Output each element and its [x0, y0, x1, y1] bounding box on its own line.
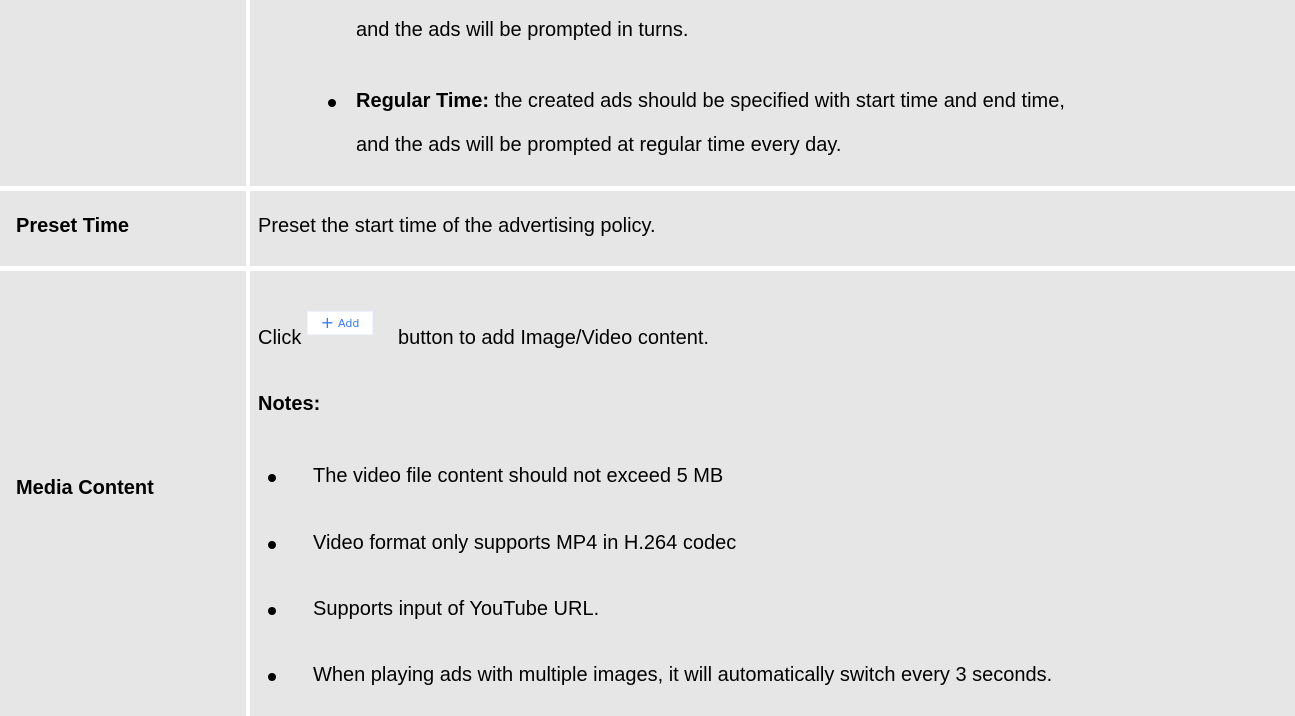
notes-heading: Notes:: [258, 393, 321, 415]
bullet-icon: [268, 474, 276, 482]
row-description-cell-media-content: Click + Add button to add Image/Video co…: [250, 271, 1295, 716]
note-item: Video format only supports MP4 in H.264 …: [313, 532, 737, 554]
click-suffix-text: button to add Image/Video content.: [398, 327, 709, 349]
continuation-text: and the ads will be prompted in turns.: [356, 19, 689, 41]
add-button-label: Add: [338, 316, 360, 330]
click-prefix-text: Click: [258, 327, 302, 349]
bullet-icon: [328, 99, 336, 107]
row-description-cell-preset-time: Preset the start time of the advertising…: [250, 191, 1295, 266]
media-content-label: Media Content: [16, 477, 154, 499]
add-button[interactable]: + Add: [307, 311, 373, 335]
preset-time-label: Preset Time: [16, 215, 130, 237]
bullet-icon: [268, 607, 276, 615]
parameter-table: and the ads will be prompted in turns. R…: [0, 0, 1295, 716]
regular-time-line-2: and the ads will be prompted at regular …: [356, 134, 842, 156]
row-label-cell-preset-time: Preset Time: [0, 191, 246, 266]
bullet-icon: [268, 541, 276, 549]
regular-time-term: Regular Time:: [356, 90, 489, 112]
note-item: When playing ads with multiple images, i…: [313, 664, 1053, 686]
note-item: Supports input of YouTube URL.: [313, 598, 600, 620]
preset-time-description: Preset the start time of the advertising…: [258, 215, 656, 237]
note-item: The video file content should not exceed…: [313, 465, 724, 487]
regular-time-line-1: Regular Time: the created ads should be …: [356, 90, 1065, 113]
row-description-cell-playback-mode: and the ads will be prompted in turns. R…: [250, 0, 1295, 186]
row-label-cell-blank: [0, 0, 246, 186]
bullet-icon: [268, 673, 276, 681]
row-label-cell-media-content: Media Content: [0, 271, 246, 716]
regular-time-desc-1: the created ads should be specified with…: [489, 90, 1065, 112]
plus-icon: +: [320, 313, 335, 332]
